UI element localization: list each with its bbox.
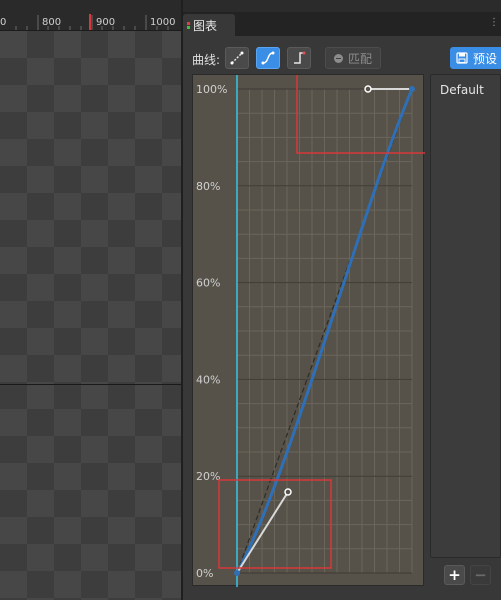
ruler-label-1000: 1000 bbox=[150, 17, 176, 28]
preset-button[interactable]: 预设 bbox=[450, 47, 501, 69]
remove-preset-button[interactable]: − bbox=[470, 565, 491, 585]
match-label: 匹配 bbox=[347, 51, 372, 66]
preset-list: Default bbox=[430, 74, 501, 558]
minus-circle-icon bbox=[333, 53, 343, 63]
graph-tab-icon bbox=[187, 21, 190, 29]
y-axis-label: 0% bbox=[196, 567, 213, 580]
curve-label: 曲线: bbox=[192, 53, 221, 67]
panel-tab-bar: 图表 ⋮ bbox=[183, 12, 501, 36]
curve-toolbar: 曲线: 匹配 预设 bbox=[183, 46, 501, 72]
tab-graph-label: 图表 bbox=[193, 18, 218, 33]
panel-menu-icon[interactable]: ⋮ bbox=[489, 17, 499, 28]
curve-bezier-button[interactable] bbox=[256, 47, 280, 69]
curve-graph-canvas[interactable]: 100% 80% 60% 40% 20% 0% bbox=[193, 75, 425, 587]
y-axis-label: 20% bbox=[196, 470, 220, 483]
start-handle-point bbox=[284, 488, 292, 496]
ruler-label-0: 0 bbox=[0, 17, 7, 28]
canvas-edge-line bbox=[0, 384, 181, 385]
curve-linear-button[interactable] bbox=[225, 47, 249, 69]
curve-graph[interactable]: 100% 80% 60% 40% 20% 0% bbox=[192, 74, 425, 587]
ruler-label-900: 900 bbox=[96, 17, 116, 28]
y-axis-label: 100% bbox=[196, 83, 227, 96]
ruler-label-800: 800 bbox=[42, 17, 62, 28]
y-axis-label: 40% bbox=[196, 373, 220, 386]
curve-step-button[interactable] bbox=[287, 47, 311, 69]
step-curve-icon bbox=[294, 51, 306, 64]
linear-curve-icon bbox=[230, 51, 244, 65]
y-axis-label: 60% bbox=[196, 277, 220, 290]
preset-label: 预设 bbox=[473, 51, 498, 66]
end-keyframe bbox=[409, 86, 415, 92]
timeline-ruler[interactable]: 0 800 900 1000 bbox=[0, 0, 181, 31]
end-highlight-box bbox=[296, 75, 425, 154]
y-axis-label: 80% bbox=[196, 180, 220, 193]
end-handle-point bbox=[364, 85, 372, 93]
bezier-curve-icon bbox=[261, 51, 275, 65]
start-keyframe bbox=[234, 570, 240, 576]
save-icon bbox=[456, 52, 468, 64]
transparency-checkerboard bbox=[0, 31, 181, 600]
add-preset-button[interactable]: + bbox=[444, 565, 465, 585]
graph-panel: 图表 ⋮ 曲线: 匹配 预设 100% 80% 60% 40% 20% 0% D… bbox=[183, 12, 501, 600]
scene-viewport[interactable]: 0 800 900 1000 bbox=[0, 0, 181, 600]
match-button[interactable]: 匹配 bbox=[325, 47, 381, 69]
preset-item-default[interactable]: Default bbox=[440, 83, 484, 97]
tab-graph[interactable]: 图表 bbox=[183, 14, 235, 36]
